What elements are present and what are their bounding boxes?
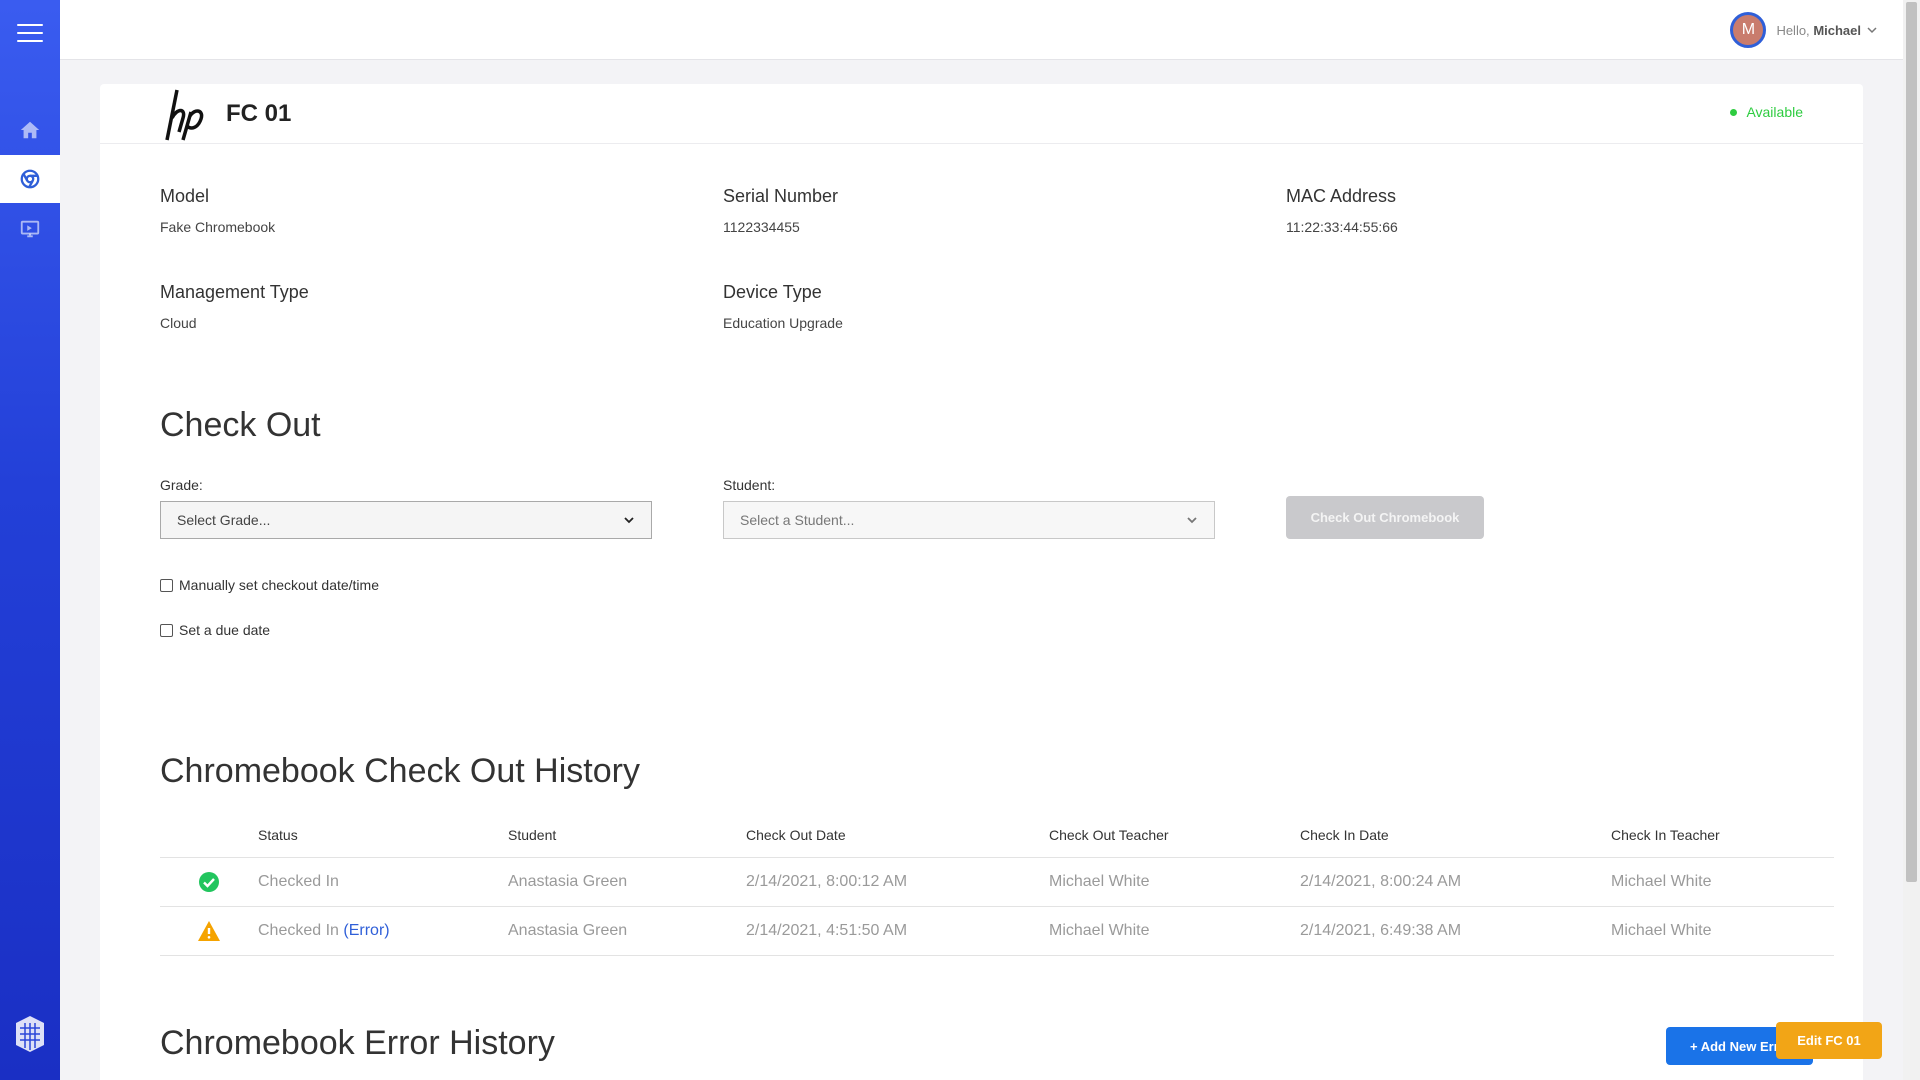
sidebar-item-home[interactable] <box>0 106 60 154</box>
row-icon-cell <box>160 871 258 893</box>
checkin-teacher-cell: Michael White <box>1611 922 1712 939</box>
status-cell: Checked In (Error) <box>258 922 508 940</box>
checkin-date-cell: 2/14/2021, 8:00:24 AM <box>1300 873 1462 890</box>
table-row: Checked In Anastasia Green 2/14/2021, 8:… <box>160 858 1834 907</box>
greeting-text: Hello, <box>1776 22 1810 38</box>
header-student: Student <box>508 827 557 843</box>
grade-label: Grade: <box>160 477 203 493</box>
status-badge: Available <box>1730 104 1803 120</box>
mac-value: 11:22:33:44:55:66 <box>1286 219 1398 235</box>
grade-select[interactable]: Select Grade... <box>160 501 652 539</box>
scrollbar-thumb[interactable] <box>1906 2 1917 882</box>
due-date-checkbox-row[interactable]: Set a due date <box>160 622 270 638</box>
sidebar-item-chromebooks[interactable] <box>0 155 60 203</box>
device-type-value: Education Upgrade <box>723 315 843 331</box>
mac-field: MAC Address 11:22:33:44:55:66 <box>1286 186 1398 235</box>
due-date-checkbox[interactable] <box>160 623 173 637</box>
top-bar: M Hello, Michael <box>60 0 1903 60</box>
manual-date-label: Manually set checkout date/time <box>179 577 379 593</box>
brand-logo-icon <box>16 1016 44 1052</box>
management-type-field: Management Type Cloud <box>160 282 309 331</box>
mac-label: MAC Address <box>1286 186 1397 206</box>
checkout-teacher-cell: Michael White <box>1049 922 1150 939</box>
user-menu[interactable]: M Hello, Michael <box>1730 12 1877 48</box>
checkout-history-table: Status Student Check Out Date Check Out … <box>160 813 1834 956</box>
model-field: Model Fake Chromebook <box>160 186 275 235</box>
scrollbar[interactable] <box>1903 0 1920 1080</box>
error-history-title: Chromebook Error History <box>160 1024 555 1062</box>
student-label: Student: <box>723 477 776 493</box>
user-name: Michael <box>1813 22 1861 38</box>
serial-label: Serial Number <box>723 186 839 206</box>
history-title: Chromebook Check Out History <box>160 752 640 790</box>
chevron-down-icon <box>1187 517 1197 524</box>
status-dot-icon <box>1730 108 1738 116</box>
status-text: Checked In <box>258 922 339 939</box>
check-circle-icon <box>199 872 219 892</box>
manual-date-checkbox-row[interactable]: Manually set checkout date/time <box>160 577 379 593</box>
checkin-teacher-cell: Michael White <box>1611 873 1712 890</box>
model-value: Fake Chromebook <box>160 219 276 235</box>
student-cell: Anastasia Green <box>508 922 628 939</box>
checkin-date-cell: 2/14/2021, 6:49:38 AM <box>1300 922 1462 939</box>
due-date-label: Set a due date <box>179 622 271 638</box>
device-card: FC 01 Available Model Fake Chromebook Se… <box>100 84 1863 1080</box>
header-status: Status <box>258 827 298 843</box>
chevron-down-icon <box>1867 27 1877 34</box>
student-select-value: Select a Student... <box>740 512 855 528</box>
warning-icon <box>198 921 220 941</box>
serial-field: Serial Number 1122334455 <box>723 186 838 235</box>
hp-logo-icon <box>165 89 204 141</box>
avatar-initial: M <box>1741 21 1756 38</box>
management-type-value: Cloud <box>160 315 197 331</box>
checkout-date-cell: 2/14/2021, 8:00:12 AM <box>746 873 908 890</box>
card-header: FC 01 Available <box>100 84 1863 144</box>
status-text: Available <box>1746 104 1803 120</box>
checkout-date-cell: 2/14/2021, 4:51:50 AM <box>746 922 908 939</box>
menu-toggle-icon[interactable] <box>17 24 43 42</box>
status-cell: Checked In <box>258 873 339 890</box>
sidebar-item-devices[interactable] <box>0 205 60 253</box>
student-cell: Anastasia Green <box>508 873 628 890</box>
model-label: Model <box>160 186 210 206</box>
check-out-button[interactable]: Check Out Chromebook <box>1286 496 1484 539</box>
table-header: Status Student Check Out Date Check Out … <box>160 813 1834 858</box>
header-checkout-date: Check Out Date <box>746 827 846 843</box>
monitor-icon <box>20 220 40 238</box>
table-row: Checked In (Error) Anastasia Green 2/14/… <box>160 907 1834 956</box>
sidebar <box>0 0 60 1080</box>
home-icon <box>20 121 40 139</box>
chrome-icon <box>20 169 40 189</box>
header-checkout-teacher: Check Out Teacher <box>1049 827 1169 843</box>
error-link[interactable]: (Error) <box>343 922 389 939</box>
student-select[interactable]: Select a Student... <box>723 501 1215 539</box>
device-type-field: Device Type Education Upgrade <box>723 282 843 331</box>
user-greeting: Hello, Michael <box>1776 23 1861 38</box>
management-type-label: Management Type <box>160 282 309 302</box>
row-icon-cell <box>160 920 258 942</box>
serial-value: 1122334455 <box>723 219 800 235</box>
device-title: FC 01 <box>226 100 292 127</box>
edit-device-button[interactable]: Edit FC 01 <box>1776 1022 1882 1059</box>
manual-date-checkbox[interactable] <box>160 578 173 592</box>
device-type-label: Device Type <box>723 282 822 302</box>
header-checkin-date: Check In Date <box>1300 827 1389 843</box>
checkout-title: Check Out <box>160 406 321 444</box>
header-checkin-teacher: Check In Teacher <box>1611 827 1720 843</box>
checkout-teacher-cell: Michael White <box>1049 873 1150 890</box>
grade-select-value: Select Grade... <box>177 512 271 528</box>
avatar: M <box>1730 12 1767 48</box>
chevron-down-icon <box>624 517 634 524</box>
